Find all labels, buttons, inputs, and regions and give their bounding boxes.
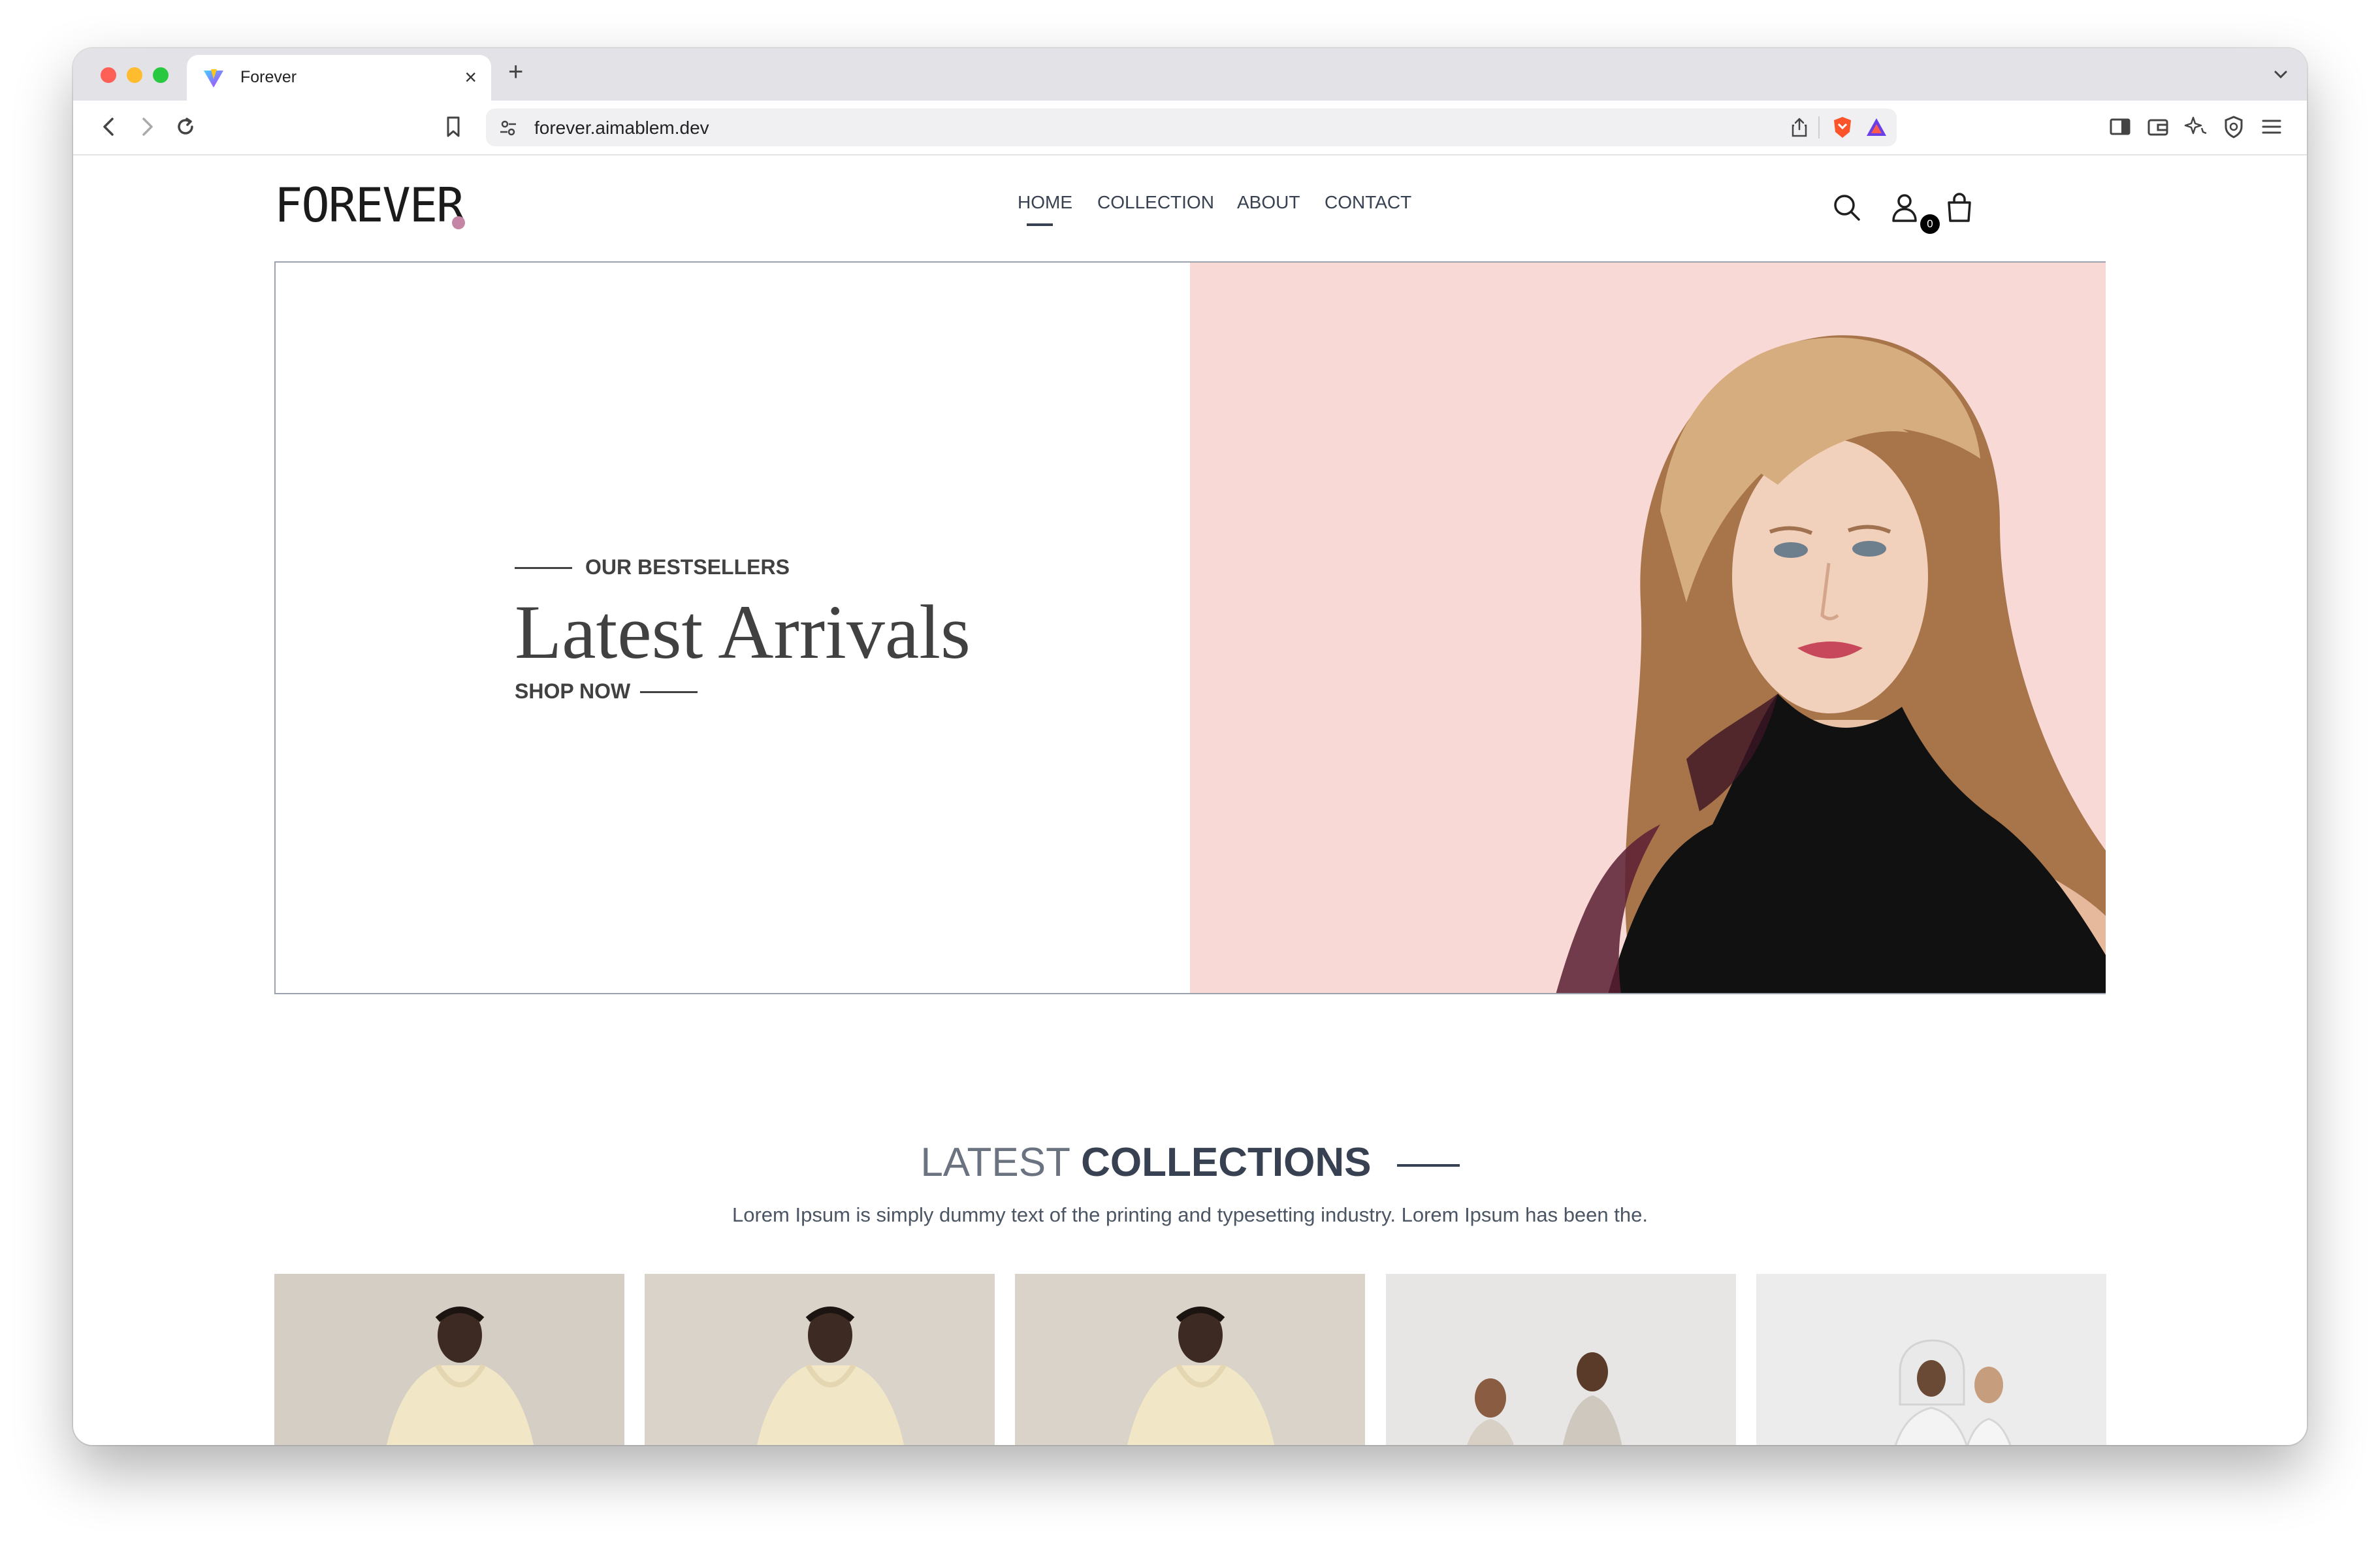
site-logo[interactable]: FOREVER xyxy=(274,179,464,231)
menu-icon[interactable] xyxy=(2257,112,2286,141)
hero-image xyxy=(1190,263,2106,993)
wallet-icon[interactable] xyxy=(2144,112,2172,141)
vpn-shield-icon[interactable] xyxy=(2219,112,2248,141)
reload-icon[interactable] xyxy=(171,112,200,141)
tab-close-button[interactable]: × xyxy=(464,64,477,90)
url-separator xyxy=(1818,116,1820,138)
hero-model-illustration xyxy=(1556,335,2106,993)
collections-heading-line xyxy=(1396,1163,1460,1167)
product-card[interactable] xyxy=(1015,1274,1365,1445)
collections-heading: LATEST COLLECTIONS xyxy=(73,1138,2307,1188)
share-icon[interactable] xyxy=(1788,116,1810,138)
product-card[interactable] xyxy=(274,1274,624,1445)
collections-heading-light: LATEST xyxy=(920,1140,1070,1185)
product-image-couple xyxy=(1386,1274,1736,1445)
logo-dot xyxy=(452,216,465,229)
nav-active-indicator xyxy=(1027,223,1053,226)
back-icon[interactable] xyxy=(95,112,124,141)
url-text[interactable]: forever.aimablem.dev xyxy=(534,118,709,138)
sidebar-toggle-icon[interactable] xyxy=(2106,112,2134,141)
browser-window: Forever × + forever.aimablem.dev FOREVER… xyxy=(73,48,2307,1445)
brave-rewards-icon[interactable] xyxy=(1864,115,1889,140)
nav-contact[interactable]: CONTACT xyxy=(1325,192,1411,213)
hero-banner: OUR BESTSELLERS Latest Arrivals SHOP NOW xyxy=(274,261,2106,994)
address-bar[interactable]: forever.aimablem.dev xyxy=(486,108,1897,146)
search-icon[interactable] xyxy=(1830,191,1864,225)
browser-tab[interactable]: Forever × xyxy=(187,55,491,101)
forward-icon[interactable] xyxy=(132,112,161,141)
cart-icon[interactable] xyxy=(1942,191,1976,225)
collections-description: Lorem Ipsum is simply dummy text of the … xyxy=(732,1203,1648,1226)
profile-icon[interactable] xyxy=(1888,191,1922,225)
nav-collection[interactable]: COLLECTION xyxy=(1097,192,1214,213)
nav-about[interactable]: ABOUT xyxy=(1237,192,1300,213)
product-card[interactable] xyxy=(645,1274,995,1445)
collections-heading-bold: COLLECTIONS xyxy=(1081,1140,1372,1185)
minimize-window-button[interactable] xyxy=(127,67,142,83)
browser-toolbar: forever.aimablem.dev xyxy=(73,101,2307,155)
site-settings-icon[interactable] xyxy=(498,118,519,138)
hero-text-panel: OUR BESTSELLERS Latest Arrivals SHOP NOW xyxy=(276,263,1190,993)
cart-count-badge: 0 xyxy=(1920,214,1940,234)
vite-favicon-icon xyxy=(204,69,223,88)
hero-kicker: OUR BESTSELLERS xyxy=(585,555,790,579)
product-grid xyxy=(274,1274,2106,1445)
hero-kicker-line xyxy=(515,567,572,569)
hero-title: Latest Arrivals xyxy=(515,589,971,675)
brave-shields-icon[interactable] xyxy=(1830,115,1855,140)
new-tab-button[interactable]: + xyxy=(508,57,523,86)
product-image-couple-white xyxy=(1756,1274,2106,1445)
nav-home[interactable]: HOME xyxy=(1018,192,1072,213)
browser-titlebar: Forever × + xyxy=(73,48,2307,101)
bookmark-icon[interactable] xyxy=(439,112,468,141)
shop-now-link[interactable]: SHOP NOW xyxy=(515,679,630,704)
shop-now-line xyxy=(640,691,698,693)
product-card[interactable] xyxy=(1386,1274,1736,1445)
close-window-button[interactable] xyxy=(101,67,116,83)
leo-ai-icon[interactable] xyxy=(2181,112,2210,141)
product-image-hoodie xyxy=(1015,1274,1365,1445)
product-card[interactable] xyxy=(1756,1274,2106,1445)
product-image-hoodie xyxy=(645,1274,995,1445)
tab-title: Forever xyxy=(240,68,297,86)
web-page: FOREVER HOME COLLECTION ABOUT CONTACT 0 … xyxy=(73,155,2307,1445)
maximize-window-button[interactable] xyxy=(153,67,169,83)
tab-list-chevron-icon[interactable] xyxy=(2268,61,2294,88)
product-image-hoodie xyxy=(274,1274,624,1445)
